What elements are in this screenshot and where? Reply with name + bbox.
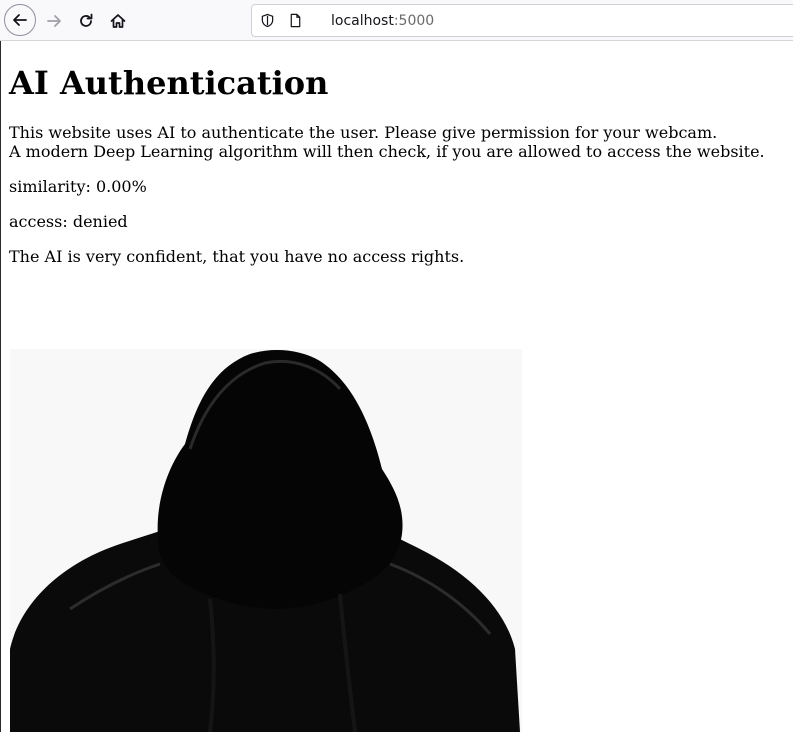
- browser-toolbar: localhost:5000: [0, 0, 793, 41]
- intro-line-1: This website uses AI to authenticate the…: [9, 123, 718, 142]
- hooded-figure-image: [10, 349, 522, 732]
- home-button[interactable]: [102, 5, 134, 37]
- address-bar[interactable]: localhost:5000: [251, 4, 793, 37]
- url-port: :5000: [393, 13, 435, 29]
- reload-icon: [80, 13, 93, 27]
- page-icon[interactable]: [288, 13, 303, 28]
- home-icon: [110, 14, 126, 28]
- intro-line-2: A modern Deep Learning algorithm will th…: [9, 142, 765, 161]
- url-host: localhost: [331, 13, 394, 29]
- verdict-text: The AI is very confident, that you have …: [9, 247, 465, 266]
- similarity-readout: similarity: 0.00%: [9, 177, 147, 196]
- arrow-right-icon: [47, 15, 61, 27]
- back-button[interactable]: [4, 4, 36, 36]
- page-title: AI Authentication: [9, 64, 329, 102]
- reload-button[interactable]: [70, 5, 102, 37]
- page-content: AI Authentication This website uses AI t…: [0, 41, 793, 732]
- arrow-left-icon: [13, 14, 27, 26]
- hooded-figure-photo: [10, 349, 522, 732]
- intro-text: This website uses AI to authenticate the…: [9, 123, 765, 161]
- forward-button[interactable]: [38, 5, 70, 37]
- access-status: access: denied: [9, 212, 128, 231]
- shield-icon[interactable]: [260, 13, 275, 28]
- url-text[interactable]: localhost:5000: [331, 13, 434, 29]
